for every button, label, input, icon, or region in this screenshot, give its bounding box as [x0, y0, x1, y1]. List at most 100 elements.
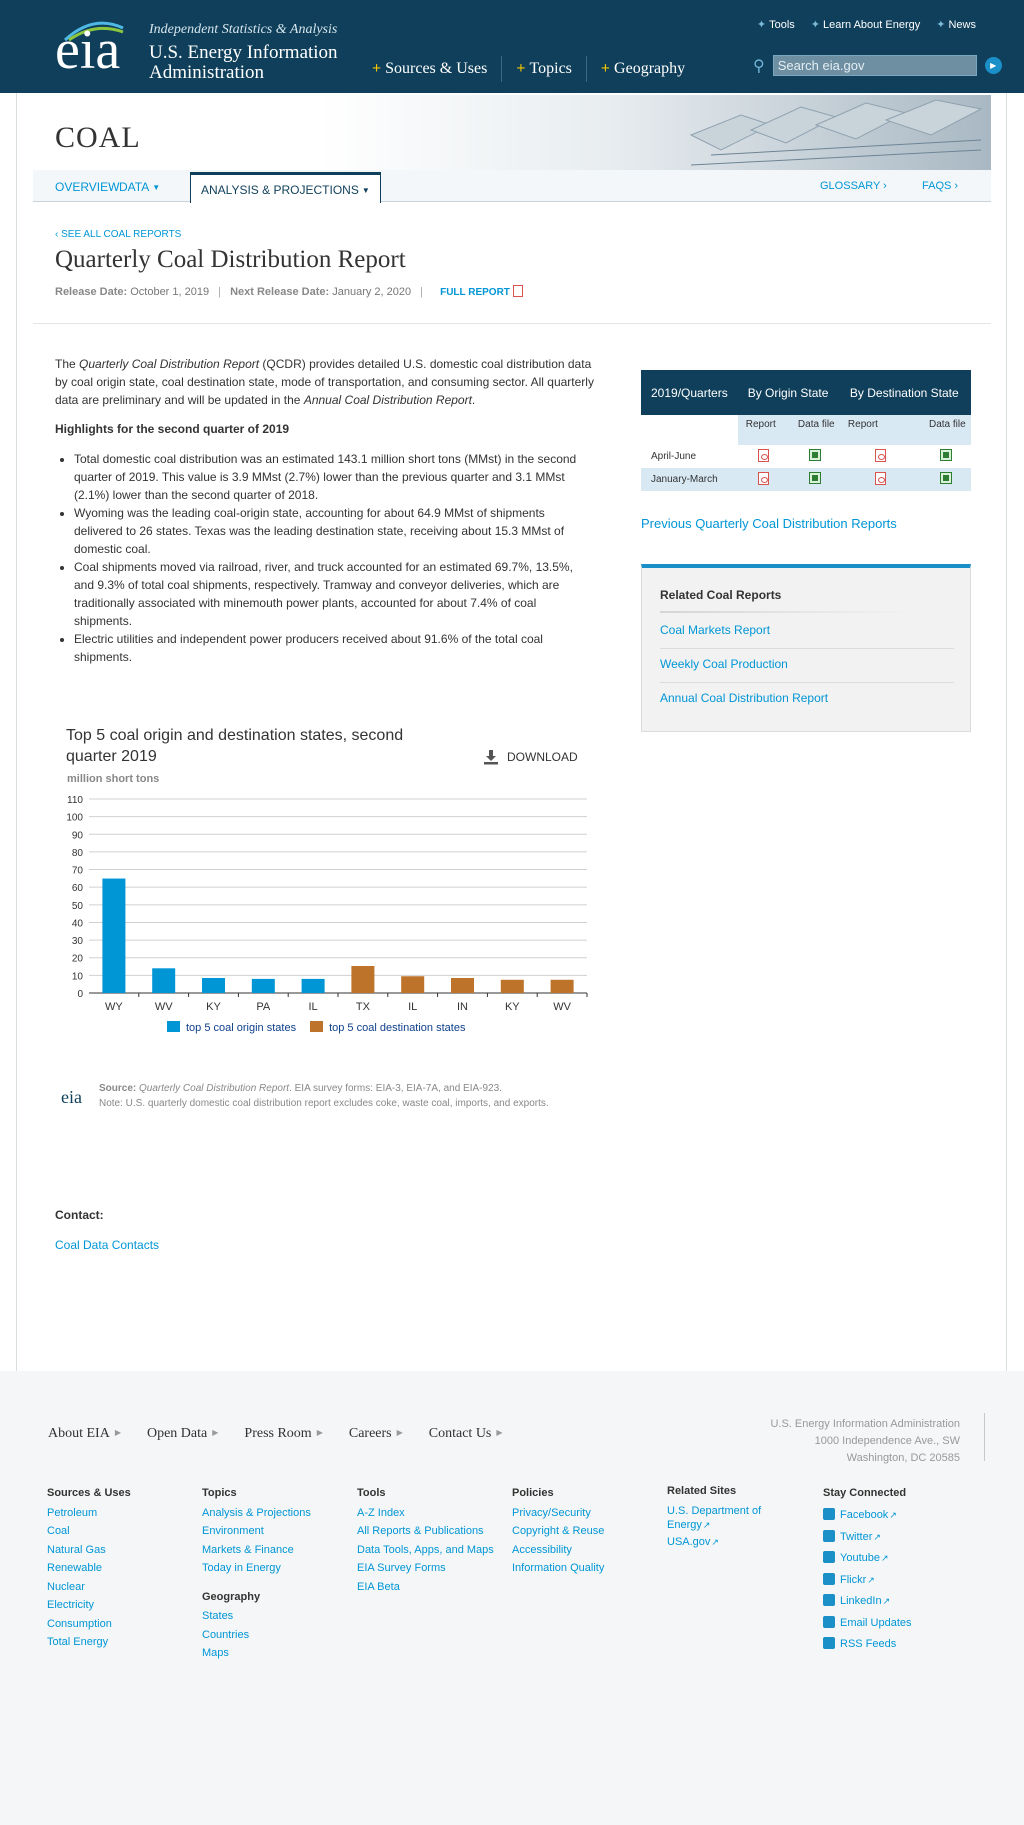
chart-bar[interactable] [152, 968, 176, 993]
legend-item-destination[interactable]: top 5 coal destination states [310, 1021, 465, 1034]
pdf-icon[interactable] [874, 471, 886, 485]
footer-link[interactable]: Natural Gas [47, 1541, 131, 1560]
annual-coal-distribution-link[interactable]: Annual Coal Distribution Report [660, 691, 828, 705]
facebook-icon [823, 1508, 835, 1520]
pdf-icon[interactable] [874, 448, 886, 462]
chart-bar[interactable] [401, 976, 425, 993]
footer-open-data-link[interactable]: Open Data ▶ [147, 1426, 218, 1442]
x-tick-label: IN [457, 1001, 468, 1010]
download-button[interactable]: DOWNLOAD [483, 749, 578, 765]
footer-link[interactable]: EIA Survey Forms [357, 1559, 494, 1578]
news-link[interactable]: ✦ News [936, 18, 976, 31]
footer-link[interactable]: EIA Beta [357, 1578, 494, 1597]
footer-link[interactable]: Copyright & Reuse [512, 1522, 604, 1541]
weekly-coal-production-link[interactable]: Weekly Coal Production [660, 657, 788, 671]
search-bar: ⚲ ▶ [753, 55, 1002, 76]
tab-overview[interactable]: OVERVIEW [55, 180, 119, 194]
excel-icon[interactable] [940, 449, 952, 461]
footer-contact-link[interactable]: Contact Us ▶ [429, 1426, 503, 1442]
footer-heading: Related Sites [667, 1485, 737, 1497]
excel-icon[interactable] [808, 472, 821, 484]
chart-bar[interactable] [251, 978, 275, 993]
nav-topics[interactable]: + Topics [516, 56, 587, 82]
footer-link[interactable]: Renewable [47, 1559, 131, 1578]
search-submit-button[interactable]: ▶ [984, 57, 1002, 74]
full-report-link[interactable]: FULL REPORT [440, 285, 523, 298]
footer-link[interactable]: Coal [47, 1522, 131, 1541]
pdf-icon[interactable] [758, 448, 770, 462]
table-cell [839, 468, 921, 491]
chart-bar[interactable] [351, 966, 375, 993]
footer-link[interactable]: Consumption [47, 1615, 131, 1634]
footer-link[interactable]: All Reports & Publications [357, 1522, 494, 1541]
plus-icon: + [516, 60, 526, 77]
footer-link[interactable]: Today in Energy [202, 1559, 311, 1578]
legend-item-origin[interactable]: top 5 coal origin states [167, 1021, 296, 1034]
chart-bar[interactable] [301, 978, 325, 993]
linkedin-link[interactable]: LinkedIn↗ [823, 1591, 912, 1613]
learn-about-energy-link[interactable]: ✦ Learn About Energy [811, 18, 920, 31]
footer-link[interactable]: Environment [202, 1522, 311, 1541]
table-cell [789, 468, 840, 491]
footer-link[interactable]: Maps [202, 1644, 311, 1663]
page-title: Quarterly Coal Distribution Report [55, 246, 406, 273]
footer-link[interactable]: U.S. Department of Energy↗ [667, 1504, 787, 1532]
youtube-link[interactable]: Youtube↗ [823, 1548, 912, 1570]
section-subnav: OVERVIEW DATA ▼ ANALYSIS & PROJECTIONS ▼ G… [33, 170, 991, 203]
nav-sources-uses[interactable]: + Sources & Uses [372, 56, 503, 82]
chart-bar[interactable] [500, 979, 524, 993]
faqs-link[interactable]: FAQS › [922, 180, 958, 192]
footer-press-room-link[interactable]: Press Room ▶ [244, 1426, 322, 1442]
chart-bar[interactable] [451, 978, 474, 993]
table-cell [790, 445, 840, 468]
chart-y-label: million short tons [67, 773, 160, 785]
footer-link[interactable]: Privacy/Security [512, 1504, 604, 1523]
footer-heading: Policies [512, 1487, 554, 1499]
triangle-right-icon: ▶ [496, 1428, 503, 1437]
search-input[interactable] [772, 55, 977, 76]
tab-analysis-projections[interactable]: ANALYSIS & PROJECTIONS ▼ [190, 172, 381, 203]
tools-link[interactable]: ✦ Tools [757, 18, 795, 31]
excel-icon[interactable] [808, 449, 821, 461]
see-all-reports-link[interactable]: ‹ SEE ALL COAL REPORTS [55, 229, 181, 240]
facebook-link[interactable]: Facebook↗ [823, 1505, 912, 1527]
footer-link[interactable]: Petroleum [47, 1504, 131, 1523]
footer-link[interactable]: Analysis & Projections [202, 1504, 311, 1523]
previous-reports-link[interactable]: Previous Quarterly Coal Distribution Rep… [641, 516, 897, 531]
footer-link[interactable]: Electricity [47, 1596, 131, 1615]
footer-link[interactable]: A-Z Index [357, 1504, 494, 1523]
footer-link[interactable]: Countries [202, 1626, 311, 1645]
flickr-link[interactable]: Flickr↗ [823, 1570, 912, 1592]
excel-icon[interactable] [940, 472, 952, 484]
footer-link[interactable]: USA.gov↗ [667, 1535, 787, 1549]
chart-bar[interactable] [550, 979, 574, 993]
list-item: Wyoming was the leading coal-origin stat… [74, 504, 594, 558]
glossary-link[interactable]: GLOSSARY › [820, 180, 887, 192]
rss-feeds-link[interactable]: RSS Feeds [823, 1634, 912, 1656]
related-reports-box: Related Coal Reports Coal Markets Report… [641, 564, 971, 732]
chart-bar[interactable] [202, 978, 225, 993]
divider [660, 648, 954, 649]
footer-link[interactable]: Accessibility [512, 1541, 604, 1560]
footer-link[interactable]: Nuclear [47, 1578, 131, 1597]
coal-data-contacts-link[interactable]: Coal Data Contacts [55, 1238, 159, 1252]
nav-geography[interactable]: + Geography [601, 56, 699, 82]
email-updates-link[interactable]: Email Updates [823, 1613, 912, 1635]
coal-markets-report-link[interactable]: Coal Markets Report [660, 623, 770, 637]
table-header: By Origin State [737, 370, 840, 415]
x-tick-label: WY [105, 1001, 123, 1010]
footer-link[interactable]: Data Tools, Apps, and Maps [357, 1541, 494, 1560]
footer-link[interactable]: Information Quality [512, 1559, 604, 1578]
eia-logo[interactable]: eia [55, 21, 124, 78]
footer-link[interactable]: Total Energy [47, 1633, 131, 1652]
y-tick-label: 30 [72, 936, 84, 947]
pdf-icon[interactable] [758, 471, 770, 485]
footer-careers-link[interactable]: Careers ▶ [349, 1426, 403, 1442]
tab-data[interactable]: DATA ▼ [119, 180, 160, 194]
twitter-link[interactable]: Twitter↗ [823, 1527, 912, 1549]
footer-link[interactable]: Markets & Finance [202, 1541, 311, 1560]
chart-bar[interactable] [102, 878, 126, 993]
main-nav: + Sources & Uses + Topics + Geography [372, 56, 713, 82]
footer-about-link[interactable]: About EIA ▶ [48, 1426, 121, 1442]
footer-link[interactable]: States [202, 1607, 311, 1626]
